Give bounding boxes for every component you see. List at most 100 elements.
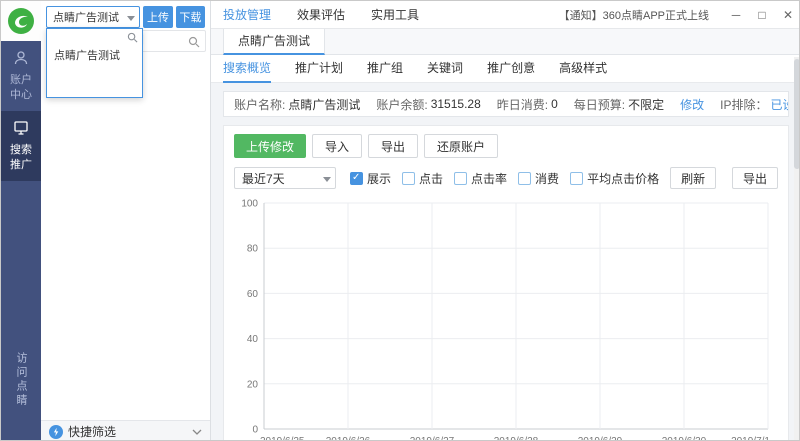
- quick-filter-label: 快捷筛选: [68, 423, 116, 440]
- subtab-ad-groups[interactable]: 推广组: [367, 55, 403, 83]
- subtab-creatives[interactable]: 推广创意: [487, 55, 535, 83]
- campaign-tree-panel: 点睛广告测试 上传 下载: [41, 1, 211, 441]
- daily-budget-label: 每日预算:: [574, 96, 625, 113]
- logo-icon: [7, 7, 35, 35]
- svg-text:80: 80: [247, 244, 259, 255]
- search-icon[interactable]: [127, 32, 138, 46]
- account-option[interactable]: 点睛广告测试: [47, 45, 142, 66]
- account-name-value: 点睛广告测试: [288, 96, 360, 113]
- lightning-icon: [49, 425, 63, 439]
- metric-checkbox-group: 展示 点击 点击率 消费: [350, 170, 659, 187]
- svg-text:2019/6/25: 2019/6/25: [260, 436, 305, 441]
- tab-effect-evaluation[interactable]: 效果评估: [297, 1, 345, 29]
- svg-text:2019/6/30: 2019/6/30: [662, 436, 707, 441]
- maximize-button[interactable]: □: [749, 1, 775, 29]
- svg-text:60: 60: [247, 289, 259, 300]
- tree-toolbar: 点睛广告测试 上传 下载: [41, 1, 210, 29]
- account-select-dropdown: 点睛广告测试: [46, 28, 143, 98]
- svg-text:2019/6/27: 2019/6/27: [410, 436, 455, 441]
- metric-checkbox-avg-cpc[interactable]: 平均点击价格: [570, 170, 659, 187]
- quick-filter-bar[interactable]: 快捷筛选: [41, 420, 210, 441]
- account-select[interactable]: 点睛广告测试: [46, 6, 140, 28]
- balance-label: 账户余额:: [376, 96, 427, 113]
- dropdown-search-row: [47, 29, 142, 45]
- tab-utilities[interactable]: 实用工具: [371, 1, 419, 29]
- checkbox-icon: [454, 172, 467, 185]
- account-tab[interactable]: 点睛广告测试: [223, 29, 325, 55]
- top-menu-bar: 投放管理 效果评估 实用工具 【通知】360点睛APP正式上线 ─ □ ✕: [211, 1, 800, 29]
- checkbox-icon: [350, 172, 363, 185]
- upload-changes-button[interactable]: 上传修改: [234, 134, 306, 158]
- subtab-keywords[interactable]: 关键词: [427, 55, 463, 83]
- download-button[interactable]: 下载: [176, 6, 205, 28]
- svg-text:0: 0: [252, 425, 258, 436]
- svg-text:2019/6/26: 2019/6/26: [326, 436, 371, 441]
- svg-text:2019/6/28: 2019/6/28: [494, 436, 539, 441]
- metric-checkbox-impressions[interactable]: 展示: [350, 170, 391, 187]
- checkbox-label: 点击: [419, 170, 443, 187]
- main-area: 投放管理 效果评估 实用工具 【通知】360点睛APP正式上线 ─ □ ✕ 点睛…: [211, 1, 800, 441]
- account-tab-bar: 点睛广告测试: [211, 29, 800, 55]
- svg-text:100: 100: [241, 199, 258, 210]
- account-select-value: 点睛广告测试: [53, 9, 119, 25]
- sidebar-item-label: 搜索推广: [8, 143, 34, 173]
- checkbox-label: 点击率: [471, 170, 507, 187]
- chevron-down-icon: [323, 177, 331, 182]
- balance-value: 31515.28: [431, 97, 481, 111]
- app-window: 账户中心 搜索推广 访问点睛 点睛广告测试 上传 下载: [0, 0, 800, 441]
- account-name-label: 账户名称:: [234, 96, 285, 113]
- modify-budget-link[interactable]: 修改: [680, 96, 704, 113]
- upload-button[interactable]: 上传: [143, 6, 172, 28]
- chevron-down-icon: [127, 16, 135, 21]
- visit-dianjing-label: 访问点睛: [13, 352, 29, 408]
- visit-dianjing-link[interactable]: 访问点睛: [1, 352, 41, 408]
- overview-chart: 0 20 40 60 80 100 2019/6/25 2019/6/26 2019/6/27 2…: [234, 195, 780, 441]
- metric-checkbox-ctr[interactable]: 点击率: [454, 170, 507, 187]
- sidebar: 账户中心 搜索推广 访问点睛: [1, 1, 41, 441]
- notification-link[interactable]: 【通知】360点睛APP正式上线: [559, 7, 709, 23]
- sub-tab-bar: 搜索概览 推广计划 推广组 关键词 推广创意 高级样式: [211, 55, 800, 83]
- refresh-button[interactable]: 刷新: [670, 167, 716, 189]
- ip-exclude-link[interactable]: 已设置(3): [771, 96, 789, 113]
- subtab-advanced-styles[interactable]: 高级样式: [559, 55, 607, 83]
- ip-exclude-label: IP排除：: [720, 96, 767, 113]
- import-button[interactable]: 导入: [312, 134, 362, 158]
- minimize-button[interactable]: ─: [723, 1, 749, 29]
- close-button[interactable]: ✕: [775, 1, 800, 29]
- sidebar-item-search-promotion[interactable]: 搜索推广: [1, 111, 41, 181]
- yesterday-spend-value: 0: [551, 97, 558, 111]
- restore-account-button[interactable]: 还原账户: [424, 134, 498, 158]
- subtab-search-overview[interactable]: 搜索概览: [223, 55, 271, 83]
- export-button[interactable]: 导出: [368, 134, 418, 158]
- chart-export-button[interactable]: 导出: [732, 167, 778, 189]
- metric-checkbox-clicks[interactable]: 点击: [402, 170, 443, 187]
- search-icon[interactable]: [188, 36, 200, 51]
- checkbox-label: 展示: [367, 170, 391, 187]
- checkbox-icon: [518, 172, 531, 185]
- sidebar-item-label: 账户中心: [8, 73, 34, 103]
- date-range-select[interactable]: 最近7天: [234, 167, 336, 189]
- scrollbar-track[interactable]: [794, 57, 800, 440]
- user-icon: [13, 50, 29, 66]
- search-promotion-icon: [13, 120, 29, 136]
- checkbox-icon: [402, 172, 415, 185]
- checkbox-label: 平均点击价格: [587, 170, 659, 187]
- svg-text:2019/7/1: 2019/7/1: [731, 436, 770, 441]
- daily-budget-value: 不限定: [628, 96, 664, 113]
- checkbox-label: 消费: [535, 170, 559, 187]
- svg-text:20: 20: [247, 379, 259, 390]
- sidebar-item-account-center[interactable]: 账户中心: [1, 41, 41, 111]
- chevron-down-icon[interactable]: [192, 429, 202, 435]
- overview-panel: 上传修改 导入 导出 还原账户 最近7天 展示 点击: [223, 125, 789, 441]
- yesterday-spend-label: 昨日消费:: [497, 96, 548, 113]
- scrollbar-thumb[interactable]: [794, 59, 800, 169]
- account-info-bar: 账户名称: 点睛广告测试 账户余额: 31515.28 昨日消费: 0 每日预算…: [223, 91, 789, 117]
- svg-text:40: 40: [247, 334, 259, 345]
- metric-checkbox-spend[interactable]: 消费: [518, 170, 559, 187]
- actions-row: 上传修改 导入 导出 还原账户: [234, 134, 778, 158]
- svg-text:2019/6/29: 2019/6/29: [578, 436, 623, 441]
- chart-container: 0 20 40 60 80 100 2019/6/25 2019/6/26 2019/6/27 2…: [234, 195, 778, 441]
- subtab-campaigns[interactable]: 推广计划: [295, 55, 343, 83]
- checkbox-icon: [570, 172, 583, 185]
- tab-delivery-management[interactable]: 投放管理: [223, 1, 271, 29]
